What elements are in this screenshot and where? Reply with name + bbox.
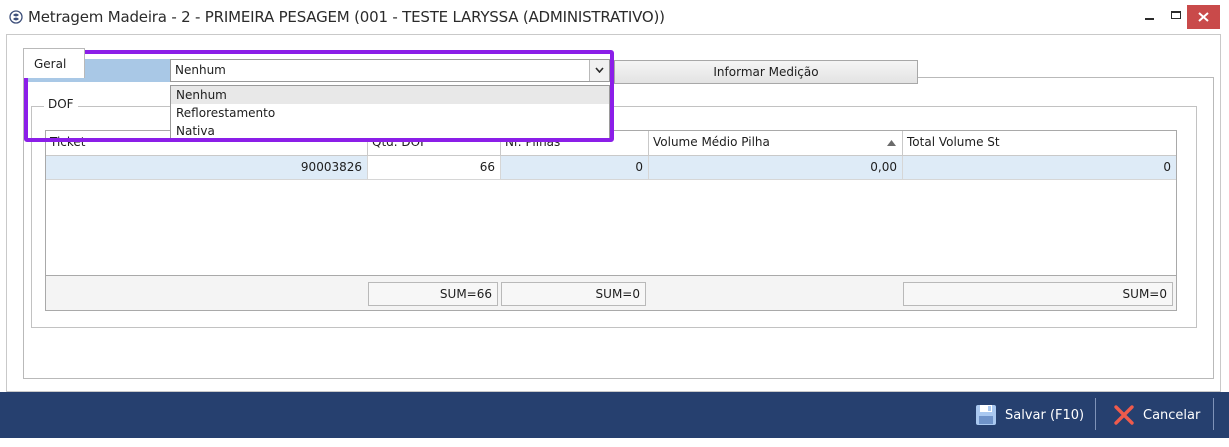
col-header-total-volume[interactable]: Total Volume St [903, 131, 1176, 156]
cell-ticket[interactable]: 90003826 [46, 156, 368, 180]
footer-sum-qtd-dof: SUM=66 [368, 282, 498, 306]
informar-medicao-button[interactable]: Informar Medição [614, 60, 918, 84]
cancel-x-icon [1114, 405, 1134, 425]
cell-qtd-dof[interactable]: 66 [368, 156, 501, 180]
action-separator-end [1213, 398, 1214, 430]
action-separator [1095, 398, 1096, 430]
cell-volume-medio[interactable]: 0,00 [649, 156, 903, 180]
tipo-select[interactable]: Nenhum [170, 59, 610, 82]
cell-nr-pilhas[interactable]: 0 [501, 156, 649, 180]
close-button[interactable] [1187, 5, 1220, 29]
cell-total-volume[interactable]: 0 [903, 156, 1176, 180]
save-button-label: Salvar (F10) [1005, 408, 1085, 423]
window-title: Metragem Madeira - 2 - PRIMEIRA PESAGEM … [28, 8, 665, 26]
tipo-dropdown-list: Nenhum Reflorestamento Nativa [170, 85, 610, 142]
tab-label: Geral [34, 57, 67, 71]
maximize-button[interactable] [1167, 4, 1187, 28]
sort-ascending-icon [887, 140, 896, 146]
chevron-down-icon [595, 67, 604, 73]
footer-sum-nr-pilhas: SUM=0 [501, 282, 646, 306]
footer-sum-total-volume: SUM=0 [903, 282, 1173, 306]
floppy-disk-icon [976, 405, 996, 425]
dropdown-option-reflorestamento[interactable]: Reflorestamento [171, 104, 609, 122]
app-logo-icon [9, 10, 23, 24]
tipo-selected-value: Nenhum [175, 63, 226, 77]
tab-geral[interactable]: Geral [23, 48, 85, 78]
dropdown-option-nativa[interactable]: Nativa [171, 122, 609, 140]
cancel-button-label: Cancelar [1143, 408, 1201, 423]
close-icon [1198, 12, 1209, 22]
minimize-icon [1145, 18, 1154, 20]
grid-footer: SUM=66 SUM=0 SUM=0 [46, 275, 1176, 310]
dof-legend: DOF [44, 97, 78, 111]
tipo-dropdown-button[interactable] [589, 60, 609, 81]
col-header-volume-medio[interactable]: Volume Médio Pilha [649, 131, 903, 156]
minimize-button[interactable] [1140, 4, 1160, 28]
dof-grid: Ticket Qtd. DOF Nr. Pilhas Volume Médio … [45, 130, 1177, 311]
maximize-icon [1171, 11, 1181, 19]
title-bar: Metragem Madeira - 2 - PRIMEIRA PESAGEM … [0, 0, 1229, 34]
dropdown-option-nenhum[interactable]: Nenhum [171, 86, 609, 104]
action-bar: Salvar (F10) Cancelar [0, 392, 1229, 438]
